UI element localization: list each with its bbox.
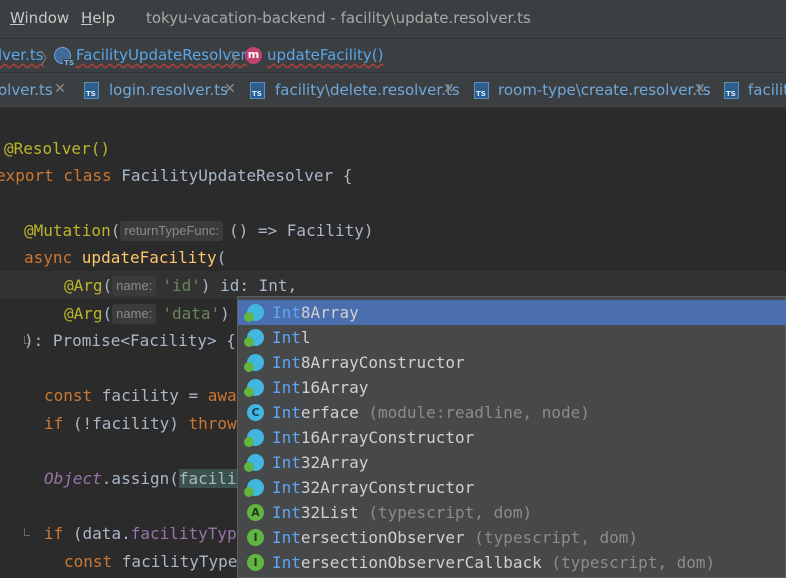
code-completion-popup[interactable]: Int8Array Intl Int8ArrayConstructor Int1…: [237, 296, 786, 578]
variable-icon: [244, 479, 264, 497]
tab-label: facilit: [748, 81, 786, 99]
code-line: @Mutation(returnTypeFunc:() => Facility): [24, 221, 374, 241]
code-line: if (data.facilityTyp: [44, 524, 237, 543]
menu-help[interactable]: Help: [81, 9, 115, 27]
code-line: const facilityType: [64, 552, 238, 571]
code-line: const facility = awa: [44, 386, 237, 405]
typescript-file-icon: [250, 82, 265, 99]
variable-icon: [244, 454, 264, 472]
code-line: Object.assign(facili: [44, 469, 237, 488]
code-line: @Resolver(): [4, 139, 110, 158]
completion-item[interactable]: A Int32List (typescript, dom): [238, 500, 786, 525]
parameter-hint: name:: [112, 304, 157, 324]
class-icon: C: [247, 404, 264, 421]
code-line: async updateFacility(: [24, 248, 227, 267]
editor-tab-bar: olver.ts ✕ login.resolver.ts ✕ facility\…: [0, 72, 786, 108]
interface-icon: I: [247, 554, 264, 571]
tab-label: room-type\create.resolver.ts: [498, 81, 711, 99]
tab-label: olver.ts: [0, 81, 53, 99]
interface-icon: I: [247, 529, 264, 546]
variable-icon: [244, 429, 264, 447]
type-alias-icon: A: [247, 504, 264, 521]
breadcrumb-class[interactable]: FacilityUpdateResolver: [76, 46, 247, 64]
variable-icon: [244, 379, 264, 397]
tab-label: login.resolver.ts: [109, 81, 228, 99]
close-icon[interactable]: ✕: [54, 81, 66, 97]
code-line: if (!facility) throw: [44, 414, 237, 433]
completion-item[interactable]: C Interface (module:readline, node): [238, 400, 786, 425]
code-line: @Arg(name:'id') id: Int,: [64, 276, 298, 296]
window-title: tokyu-vacation-backend - facility\update…: [146, 9, 531, 27]
typescript-class-icon: [54, 47, 75, 67]
breadcrumb-method[interactable]: updateFacility(): [267, 46, 384, 64]
parameter-hint: returnTypeFunc:: [120, 221, 223, 241]
close-icon[interactable]: ✕: [224, 81, 236, 97]
tab-facility-delete-resolver[interactable]: facility\delete.resolver.ts ✕: [250, 73, 462, 107]
typescript-file-icon: [474, 82, 489, 99]
close-icon[interactable]: ✕: [694, 81, 706, 97]
completion-item[interactable]: Int32Array: [238, 450, 786, 475]
tab-resolver[interactable]: olver.ts ✕: [0, 73, 76, 107]
close-icon[interactable]: ✕: [443, 81, 455, 97]
completion-item[interactable]: Int16ArrayConstructor: [238, 425, 786, 450]
parameter-hint: name:: [112, 276, 157, 296]
completion-item[interactable]: Int8ArrayConstructor: [238, 350, 786, 375]
completion-item[interactable]: Int16Array: [238, 375, 786, 400]
variable-icon: [244, 354, 264, 372]
typescript-file-icon: [84, 82, 99, 99]
breadcrumb-file[interactable]: lver.ts: [0, 46, 44, 64]
breadcrumb-separator-icon: 〉: [230, 49, 247, 68]
tab-room-type-create-resolver[interactable]: room-type\create.resolver.ts ✕: [474, 73, 714, 107]
menu-bar: Window Help tokyu-vacation-backend - fac…: [0, 0, 786, 38]
method-icon: m: [245, 47, 262, 64]
typescript-file-icon: [724, 82, 739, 99]
tab-login-resolver[interactable]: login.resolver.ts ✕: [84, 73, 244, 107]
tab-label: facility\delete.resolver.ts: [275, 81, 460, 99]
completion-item[interactable]: Int8Array: [238, 300, 786, 325]
menu-window[interactable]: Window: [10, 9, 69, 27]
code-line: @Arg(name:'data'): [64, 304, 230, 324]
variable-icon: [244, 304, 264, 322]
completion-item[interactable]: Intl: [238, 325, 786, 350]
completion-item[interactable]: Int32ArrayConstructor: [238, 475, 786, 500]
code-line: export class FacilityUpdateResolver {: [0, 166, 353, 185]
code-line: ): Promise<Facility> {: [24, 331, 236, 350]
fold-marker-icon[interactable]: [24, 528, 30, 536]
tab-facility[interactable]: facilit: [724, 73, 786, 107]
variable-icon: [244, 329, 264, 347]
breadcrumb: lver.ts 〉 FacilityUpdateResolver 〉 m upd…: [0, 38, 786, 72]
completion-item[interactable]: I IntersectionObserver (typescript, dom): [238, 525, 786, 550]
completion-item[interactable]: I IntersectionObserverCallback (typescri…: [238, 550, 786, 575]
